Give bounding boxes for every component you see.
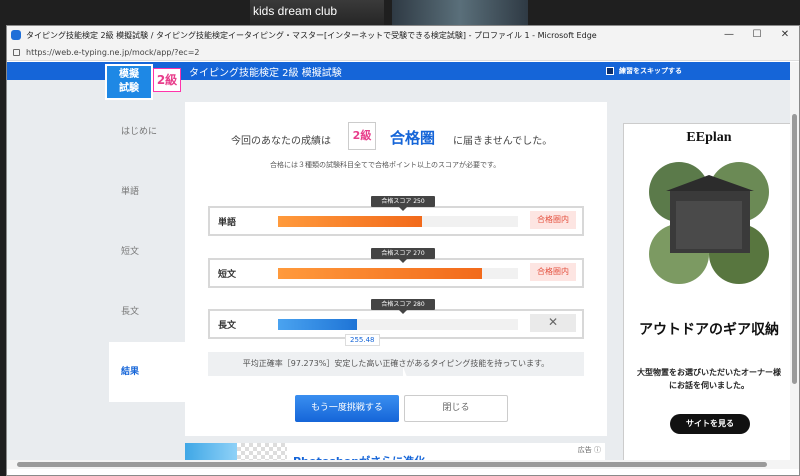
horizontal-scrollbar[interactable]: [7, 460, 790, 469]
sidebar: はじめに 単語 短文 長文 結果: [109, 102, 187, 402]
close-button[interactable]: 閉じる: [404, 395, 508, 422]
sidebar-item-words[interactable]: 単語: [109, 162, 187, 222]
vertical-scrollbar[interactable]: [790, 62, 799, 469]
pass-note: 合格には３種類の試験科目全てで合格ポイント以上のスコアが必要です。: [270, 161, 501, 169]
nav-title: タイピング技能検定 2級 模擬試験: [189, 68, 342, 79]
mouse-cursor-icon: [403, 367, 407, 377]
ad-panel[interactable]: EEplan アウトドアのギア収納 大型物置をお選びいただいたオーナー様にお話を…: [623, 123, 793, 469]
address-bar[interactable]: https://web.e-typing.ne.jp/mock/app/?ec=…: [7, 44, 799, 61]
ad-subtext: 大型物置をお選びいただいたオーナー様にお話を伺いました。: [637, 368, 781, 390]
logo-line-2: 試験: [119, 83, 139, 94]
status-badge: 合格圏内: [530, 211, 576, 229]
row-label: 単語: [218, 218, 237, 228]
score-row-short: 短文 合格圏内: [208, 258, 584, 288]
score-value: 255.48: [345, 334, 380, 346]
mock-exam-logo: 模擬 試験: [105, 64, 153, 100]
ad-headline: アウトドアのギア収納: [639, 322, 779, 338]
pass-zone-text: 合格圏: [390, 129, 436, 147]
scroll-thumb[interactable]: [792, 114, 797, 384]
window-title: タイピング技能検定 2級 模擬試験 / タイピング技能検定イータイピング・マスタ…: [26, 30, 597, 40]
retry-button[interactable]: もう一度挑戦する: [295, 395, 399, 422]
title-bar: タイピング技能検定 2級 模擬試験 / タイピング技能検定イータイピング・マスタ…: [7, 26, 799, 44]
score-row-long: 長文 ✕: [208, 309, 584, 339]
edge-icon: [11, 30, 21, 40]
ad-info-label[interactable]: 広告 ⓘ: [578, 445, 601, 455]
accuracy-comment: 平均正確率［97.273%］安定した高い正確さがあるタイピング技能を持っています…: [208, 352, 584, 376]
logo-line-1: 模擬: [119, 69, 139, 80]
score-bar: [278, 319, 518, 330]
skip-label[interactable]: 練習をスキップする: [619, 66, 682, 76]
minimize-icon[interactable]: —: [715, 26, 743, 44]
pass-score-tooltip: 合格スコア 280: [371, 299, 435, 314]
participant-name: kids dream club: [253, 4, 338, 18]
browser-window: タイピング技能検定 2級 模擬試験 / タイピング技能検定イータイピング・マスタ…: [6, 25, 800, 476]
grade-badge: 2級: [153, 68, 181, 92]
skip-checkbox[interactable]: [606, 67, 614, 75]
score-bar: [278, 216, 518, 227]
sidebar-item-long[interactable]: 長文: [109, 282, 187, 342]
shed-image-icon: [649, 162, 769, 284]
result-suffix: に届きませんでした。: [453, 136, 553, 147]
lock-icon: [13, 48, 20, 56]
result-grade: 2級: [348, 122, 376, 150]
window-controls: — ☐ ✕: [715, 26, 799, 44]
score-bar-fill: [278, 319, 358, 330]
ad-visit-button[interactable]: サイトを見る: [670, 414, 750, 434]
url-text[interactable]: https://web.e-typing.ne.jp/mock/app/?ec=…: [26, 48, 200, 57]
row-label: 短文: [218, 270, 237, 280]
score-row-words: 単語 合格圏内: [208, 206, 584, 236]
result-prefix: 今回のあなたの成績は: [231, 136, 331, 147]
scroll-thumb[interactable]: [17, 462, 767, 467]
status-badge: 合格圏内: [530, 263, 576, 281]
ad-brand: EEplan: [686, 130, 732, 145]
score-bar: [278, 268, 518, 279]
maximize-icon[interactable]: ☐: [743, 26, 771, 44]
fail-mark-icon: ✕: [530, 314, 576, 332]
score-bar-fill: [278, 216, 422, 227]
pass-score-tooltip: 合格スコア 270: [371, 248, 435, 263]
sidebar-item-result[interactable]: 結果: [109, 342, 187, 402]
result-panel: 今回のあなたの成績は 2級 合格圏 に届きませんでした。 合格には３種類の試験科…: [185, 102, 607, 436]
pass-score-tooltip: 合格スコア 250: [371, 196, 435, 211]
sidebar-item-short[interactable]: 短文: [109, 222, 187, 282]
video-strip: kids dream club: [0, 0, 800, 25]
score-bar-fill: [278, 268, 482, 279]
sidebar-item-intro[interactable]: はじめに: [109, 102, 187, 162]
row-label: 長文: [218, 321, 237, 331]
video-tile-participant: [392, 0, 528, 25]
page-viewport: タイピング技能検定 2級 模擬試験 練習をスキップする 模擬 試験 2級 はじめ…: [7, 62, 799, 469]
close-icon[interactable]: ✕: [771, 26, 799, 44]
